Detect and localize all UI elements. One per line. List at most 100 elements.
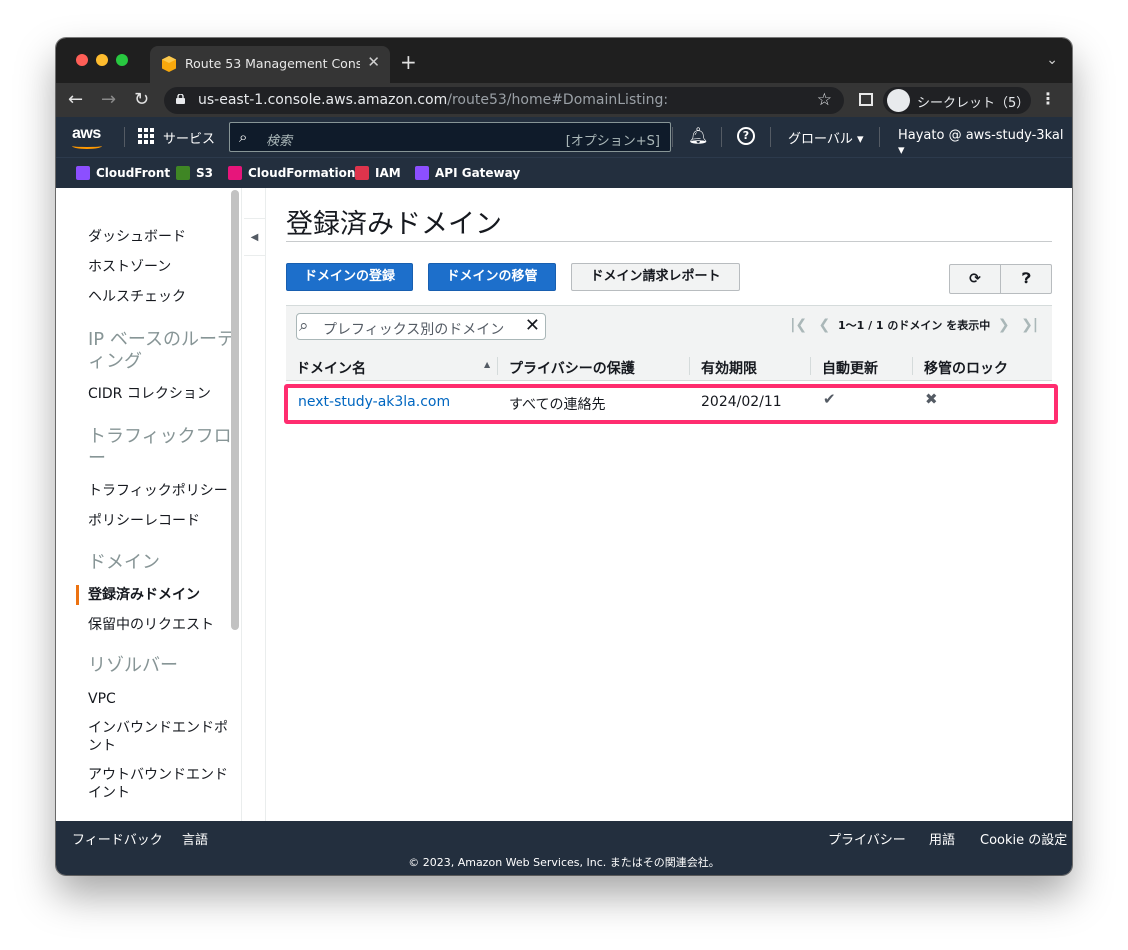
toolbar-icon-group: ⟳ ❓︎: [949, 264, 1052, 294]
browser-menu-icon[interactable]: ⋮: [1040, 89, 1056, 108]
sidebar-item-health-checks[interactable]: ヘルスチェック: [88, 287, 186, 307]
tab-search-chevron-icon[interactable]: ⌄: [1046, 52, 1058, 68]
sidebar-item-traffic-policies[interactable]: トラフィックポリシー: [88, 481, 228, 501]
terms-link[interactable]: 用語: [929, 829, 955, 848]
reload-icon[interactable]: ↻: [134, 89, 149, 110]
transfer-domain-button[interactable]: ドメインの移管: [428, 263, 556, 291]
help-icon[interactable]: ?: [737, 127, 755, 145]
favorite-label: API Gateway: [435, 166, 521, 180]
incognito-label: シークレット（5）: [917, 96, 1030, 111]
sidebar-item-inbound-endpoints[interactable]: インバウンドエンドポ ント: [88, 719, 228, 755]
incognito-badge[interactable]: シークレット（5）: [883, 87, 1031, 114]
title-divider: [286, 241, 1052, 242]
section-line: ー: [88, 448, 106, 469]
info-help-icon[interactable]: ❓︎: [1001, 265, 1052, 293]
sidebar-section-ip-routing[interactable]: IP ベースのルーテ ィング: [88, 329, 235, 373]
filter-placeholder: プレフィックス別のドメイン: [323, 322, 505, 338]
lock-icon: [176, 94, 185, 104]
item-line: イント: [88, 785, 130, 801]
first-page-icon[interactable]: |❮: [790, 317, 807, 333]
cookie-settings-link[interactable]: Cookie の設定: [980, 829, 1067, 848]
sidebar-item-dashboard[interactable]: ダッシュボード: [88, 227, 186, 247]
favorite-cloudformation[interactable]: CloudFormation: [228, 166, 355, 180]
favorite-api-gateway[interactable]: API Gateway: [415, 166, 520, 180]
tab-close-icon[interactable]: ✕: [367, 53, 380, 71]
sidebar-item-outbound-endpoints[interactable]: アウトバウンドエンド イント: [88, 766, 228, 802]
column-privacy[interactable]: プライバシーの保護: [509, 358, 635, 378]
pagination: |❮ ❮ 1〜1 / 1 のドメイン を表示中 ❯ ❯|: [790, 317, 1038, 333]
sidebar-item-registered-domains[interactable]: 登録済みドメイン: [88, 585, 200, 605]
collapse-sidebar-button[interactable]: ◀: [244, 218, 266, 256]
column-separator: [689, 357, 690, 375]
sidebar-section-resolver[interactable]: リゾルバー: [88, 655, 178, 677]
sidebar-item-cidr-collections[interactable]: CIDR コレクション: [88, 384, 211, 404]
browser-tab[interactable]: Route 53 Management Console ✕: [150, 46, 390, 83]
column-transfer-lock[interactable]: 移管のロック: [924, 358, 1008, 378]
console-search-input[interactable]: ⌕ 検索 [オプション+S]: [229, 122, 671, 152]
browser-window: Route 53 Management Console ✕ + ⌄ ← → ↻ …: [56, 38, 1072, 875]
url-path: /route53/home#DomainListing:: [447, 92, 669, 108]
forward-arrow-icon[interactable]: →: [101, 89, 116, 110]
column-domain-name[interactable]: ドメイン名: [296, 358, 366, 378]
favorite-iam[interactable]: IAM: [355, 166, 401, 180]
sidebar-section-domains[interactable]: ドメイン: [88, 552, 160, 574]
register-domain-button[interactable]: ドメインの登録: [286, 263, 413, 291]
prev-page-icon[interactable]: ❮: [819, 317, 831, 333]
row-highlight-annotation: [284, 384, 1058, 424]
refresh-icon[interactable]: ⟳: [950, 265, 1001, 293]
account-menu[interactable]: Hayato @ aws-study-3kal ▾: [898, 128, 1072, 158]
sidebar-section-traffic-flow[interactable]: トラフィックフロー: [88, 426, 232, 470]
sidebar-item-hosted-zones[interactable]: ホストゾーン: [88, 257, 171, 277]
sidebar-item-vpc[interactable]: VPC: [88, 689, 116, 709]
column-expiry[interactable]: 有効期限: [701, 358, 757, 378]
services-grid-icon[interactable]: [138, 128, 154, 144]
search-shortcut-hint: [オプション+S]: [565, 134, 660, 149]
aws-logo-text: aws: [72, 125, 101, 142]
domain-filter-input[interactable]: ⌕ プレフィックス別のドメイン ✕: [296, 313, 546, 340]
language-link[interactable]: 言語: [182, 829, 208, 848]
copyright: © 2023, Amazon Web Services, Inc. またはその関…: [408, 856, 720, 869]
item-line: ント: [88, 738, 116, 754]
clear-filter-icon[interactable]: ✕: [525, 315, 540, 336]
page-title: 登録済みドメイン: [286, 209, 502, 240]
tab-title: Route 53 Management Console: [185, 56, 360, 71]
column-auto-renew[interactable]: 自動更新: [822, 358, 878, 378]
sidebar-scrollbar[interactable]: [231, 190, 239, 630]
minimize-window-button[interactable]: [96, 54, 108, 66]
new-tab-button[interactable]: +: [400, 50, 417, 74]
table-toolbar: ⌕ プレフィックス別のドメイン ✕ |❮ ❮ 1〜1 / 1 のドメイン を表示…: [286, 305, 1052, 345]
feedback-link[interactable]: フィードバック: [72, 829, 163, 848]
bookmark-star-icon[interactable]: ☆: [817, 90, 832, 110]
close-window-button[interactable]: [76, 54, 88, 66]
url-field[interactable]: us-east-1.console.aws.amazon.com/route53…: [164, 87, 844, 114]
sidebar-item-pending-requests[interactable]: 保留中のリクエスト: [88, 615, 214, 635]
item-line: アウトバウンドエンド: [88, 767, 228, 783]
s3-icon: [176, 166, 190, 180]
aws-logo[interactable]: aws: [72, 125, 102, 149]
search-icon: ⌕: [299, 316, 309, 336]
notifications-bell-icon[interactable]: 🔔︎: [688, 126, 708, 145]
privacy-link[interactable]: プライバシー: [828, 829, 906, 848]
item-line: インバウンドエンドポ: [88, 720, 228, 736]
nav-divider: [721, 127, 722, 147]
nav-divider: [879, 127, 880, 147]
zoom-window-button[interactable]: [116, 54, 128, 66]
main-divider: [265, 188, 266, 821]
back-arrow-icon[interactable]: ←: [68, 89, 83, 110]
incognito-icon: [887, 89, 910, 112]
region-selector[interactable]: グローバル ▾: [788, 128, 864, 147]
favorite-label: S3: [196, 166, 213, 180]
sidebar-item-policy-records[interactable]: ポリシーレコード: [88, 511, 200, 531]
search-placeholder: 検索: [266, 134, 293, 149]
last-page-icon[interactable]: ❯|: [1021, 317, 1038, 333]
cloudformation-icon: [228, 166, 242, 180]
next-page-icon[interactable]: ❯: [998, 317, 1010, 333]
favorite-s3[interactable]: S3: [176, 166, 213, 180]
favorite-cloudfront[interactable]: CloudFront: [76, 166, 170, 180]
sort-asc-icon[interactable]: ▲: [484, 360, 490, 369]
services-menu[interactable]: サービス: [163, 128, 215, 147]
side-panel-icon[interactable]: [859, 93, 873, 106]
favorite-label: CloudFront: [96, 166, 171, 180]
url-text: us-east-1.console.aws.amazon.com/route53…: [198, 92, 668, 108]
domain-billing-report-button[interactable]: ドメイン請求レポート: [571, 263, 740, 291]
